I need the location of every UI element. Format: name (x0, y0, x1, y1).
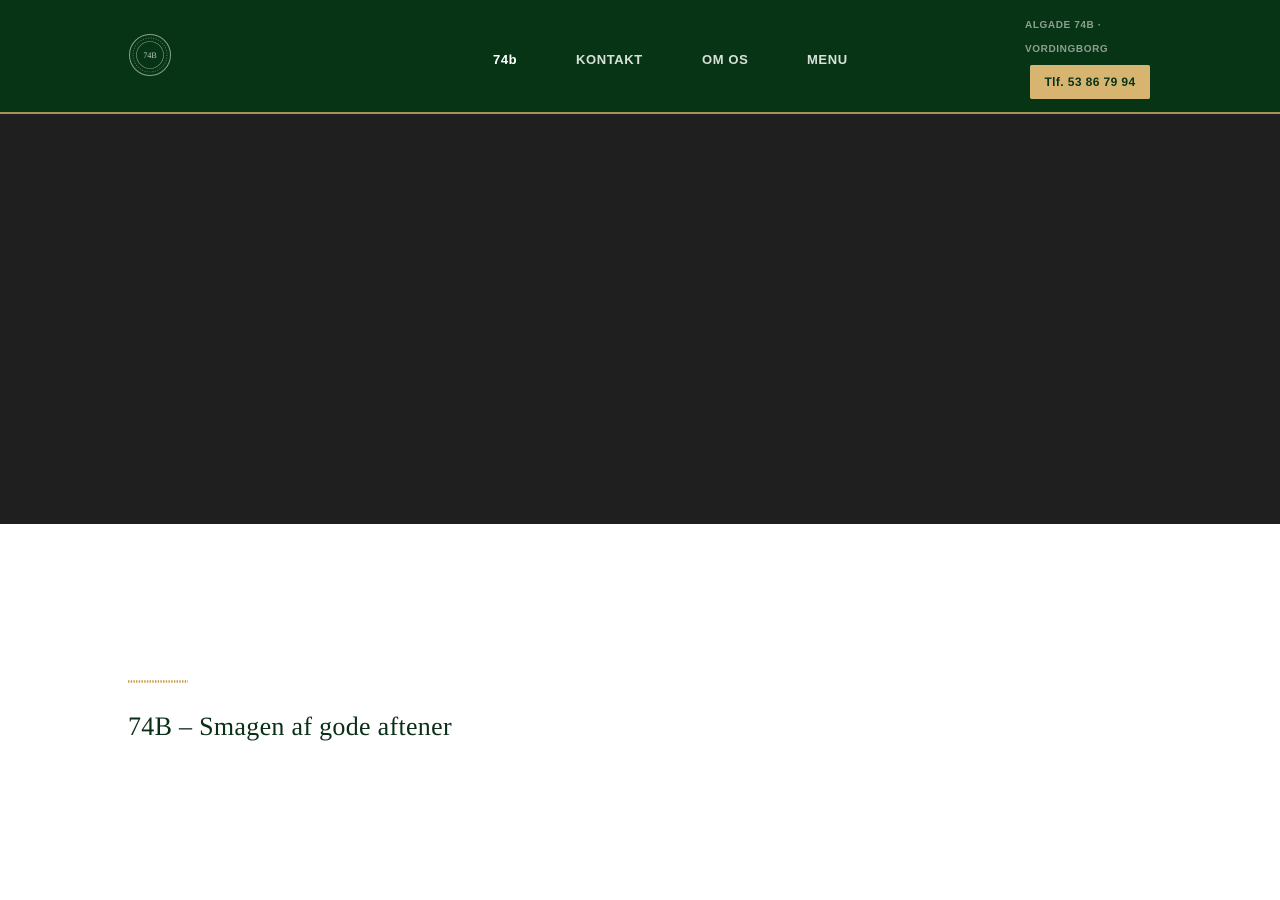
section-title: 74B – Smagen af gode aftener (128, 712, 452, 741)
nav-item-kontakt[interactable]: KONTAKT (576, 51, 643, 69)
nav-item-menu[interactable]: MENU (807, 51, 848, 69)
nav-item-om-os[interactable]: OM OS (702, 51, 748, 69)
phone-button[interactable]: Tlf. 53 86 79 94 (1030, 65, 1150, 99)
address-block: ALGADE 74B · VORDINGBORG (1025, 14, 1155, 62)
hero-banner (0, 114, 1280, 524)
site-header: 74B 74b KONTAKT OM OS MENU ALGADE 74B · … (0, 0, 1280, 114)
nav-item-74b[interactable]: 74b (493, 51, 517, 69)
gold-dotted-divider-icon (128, 680, 188, 683)
address-city: VORDINGBORG (1025, 44, 1109, 55)
address-street: ALGADE 74B · (1025, 20, 1102, 31)
